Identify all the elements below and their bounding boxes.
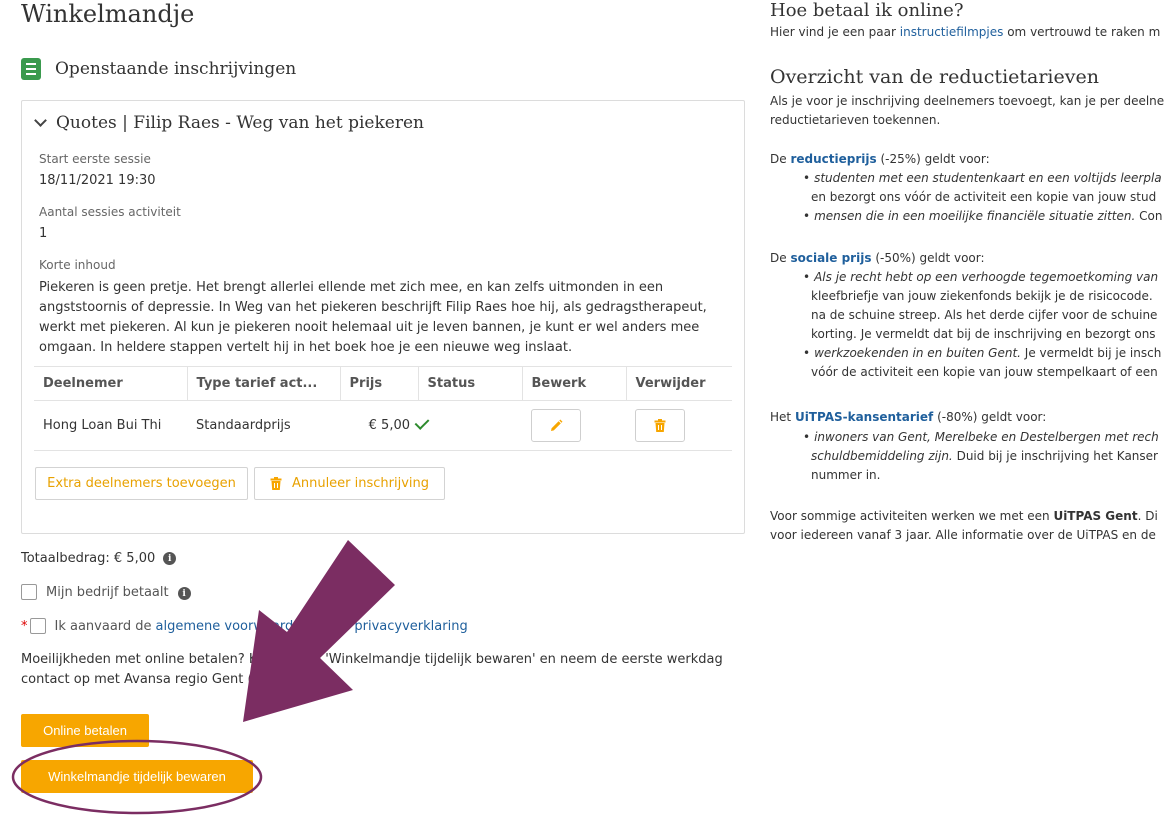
- column-header-bewerk[interactable]: Bewerk: [522, 366, 627, 401]
- table-header-row: Deelnemer Type tarief act... Prijs Statu…: [34, 366, 732, 401]
- list-item: na de schuine streep. Als het derde cijf…: [811, 308, 1158, 322]
- document-list-icon: [21, 58, 41, 80]
- cancel-registration-label: Annuleer inschrijving: [291, 476, 430, 491]
- table-row: Hong Loan Bui Thi Standaardprijs € 5,00: [34, 400, 732, 451]
- section-title: Openstaande inschrijvingen: [55, 59, 297, 79]
- list-item-text: inwoners van Gent, Merelbeke en Destelbe…: [814, 430, 1159, 444]
- list-item: • inwoners van Gent, Merelbeke en Destelb…: [803, 430, 1159, 444]
- participants-table: Deelnemer Type tarief act... Prijs Statu…: [34, 366, 732, 451]
- save-cart-button[interactable]: Winkelmandje tijdelijk bewaren: [21, 760, 253, 793]
- uitpas-rate-suffix: (-80%) geldt voor:: [937, 410, 1047, 424]
- list-item: • werkzoekenden in en buiten Gent. Je ver…: [803, 346, 1162, 360]
- list-item-text: Als je recht hebt op een verhoogde tegem…: [814, 270, 1159, 284]
- list-item-text: Je vermeldt bij je insch: [1024, 346, 1162, 360]
- terms-checkbox[interactable]: [29, 618, 46, 634]
- online-pay-heading: Hoe betaal ik online?: [770, 0, 964, 21]
- required-asterisk: *: [21, 618, 28, 634]
- list-item-text: studenten met een studentenkaart en een …: [814, 171, 1162, 185]
- list-item-text: schuldbemiddeling zijn.: [811, 449, 953, 463]
- session-count-value: 1: [39, 226, 48, 241]
- list-item-text: Con: [1139, 209, 1163, 223]
- edit-cell: [522, 400, 626, 451]
- page-title: Winkelmandje: [21, 0, 195, 28]
- delete-cell: [626, 400, 732, 451]
- card-title: Quotes | Filip Raes - Weg van het pieker…: [56, 113, 424, 133]
- status-cell: [414, 400, 522, 451]
- uitpas-rate-title: Het UiTPAS-kansentarief (-80%) geldt voo…: [770, 408, 1046, 427]
- list-item: kleefbriefje van jouw ziekenfonds bekijk…: [811, 289, 1153, 303]
- total-amount-text: Totaalbedrag: € 5,00: [21, 551, 156, 566]
- company-pays-checkbox[interactable]: [21, 584, 37, 600]
- list-item-text: werkzoekenden in en buiten Gent.: [814, 346, 1021, 360]
- info-icon[interactable]: i: [177, 587, 191, 600]
- reduction-price-name: reductieprijs: [790, 152, 877, 166]
- instruction-suffix: om vertrouwd te raken m: [1007, 25, 1161, 39]
- social-price-title: De sociale prijs (-50%) geldt voor:: [770, 249, 985, 268]
- uitpas-rate-prefix: Het: [770, 410, 792, 424]
- cancel-registration-button[interactable]: Annuleer inschrijving: [254, 467, 445, 500]
- reduction-overview-heading: Overzicht van de reductietarieven: [770, 66, 1099, 88]
- terms-prefix: Ik aanvaard de: [54, 618, 152, 634]
- edit-button[interactable]: [531, 409, 581, 442]
- list-item: • studenten met een studentenkaart en een…: [803, 171, 1162, 185]
- column-header-verwijder[interactable]: Verwijder: [626, 366, 732, 401]
- list-item: korting. Je vermeldt dat bij de inschrij…: [811, 327, 1156, 341]
- column-header-tarief[interactable]: Type tarief act...: [187, 366, 341, 401]
- start-session-value: 18/11/2021 19:30: [39, 173, 156, 188]
- terms-link[interactable]: algemene voorwaarden en de privacyverkla…: [156, 619, 468, 634]
- participant-name: Hong Loan Bui Thi: [34, 400, 187, 451]
- column-header-status[interactable]: Status: [418, 366, 523, 401]
- instruction-paragraph: Hier vind je een paar instructiefilmpjes…: [770, 23, 1160, 42]
- add-participants-button[interactable]: Extra deelnemers toevoegen: [35, 467, 248, 500]
- list-item: schuldbemiddeling zijn. Duid bij je insc…: [811, 447, 1158, 466]
- list-item: • Als je recht hebt op een verhoogde tege…: [803, 270, 1159, 284]
- list-item: • mensen die in een moeilijke financiële …: [803, 209, 1163, 223]
- pencil-icon: [551, 419, 563, 431]
- chevron-down-icon: [34, 114, 47, 127]
- instruction-prefix: Hier vind je een paar: [770, 25, 896, 39]
- list-item: vóór de activiteit een kopie van jouw st…: [811, 365, 1158, 379]
- uitpas-info-suffix: . Di: [1137, 509, 1158, 523]
- column-header-deelnemer[interactable]: Deelnemer: [34, 366, 188, 401]
- start-session-label: Start eerste sessie: [39, 152, 151, 166]
- card-header-toggle[interactable]: Quotes | Filip Raes - Weg van het pieker…: [34, 113, 424, 133]
- registration-card: Quotes | Filip Raes - Weg van het pieker…: [21, 100, 745, 534]
- list-item: en bezorgt ons vóór de activiteit een ko…: [811, 190, 1157, 204]
- reduction-price-prefix: De: [770, 152, 787, 166]
- social-price-name: sociale prijs: [790, 251, 872, 265]
- session-count-label: Aantal sessies activiteit: [39, 205, 181, 219]
- reduction-price-title: De reductieprijs (-25%) geldt voor:: [770, 150, 990, 169]
- add-participants-label: Extra deelnemers toevoegen: [47, 476, 236, 491]
- terms-row: * Ik aanvaard de algemene voorwaarden en…: [21, 618, 468, 634]
- reduction-price-suffix: (-25%) geldt voor:: [880, 152, 990, 166]
- delete-button[interactable]: [635, 409, 685, 442]
- instruction-videos-link[interactable]: instructiefilmpjes: [900, 25, 1004, 39]
- reduction-intro-line2: reductietarieven toekennen.: [770, 113, 941, 127]
- list-item: nummer in.: [811, 468, 881, 482]
- description-text: Piekeren is geen pretje. Het brengt alle…: [39, 280, 707, 355]
- company-pays-label: Mijn bedrijf betaalt: [46, 584, 169, 600]
- online-pay-button[interactable]: Online betalen: [21, 714, 149, 747]
- uitpas-rate-name: UiTPAS-kansentarief: [794, 410, 934, 424]
- uitpas-info-prefix: Voor sommige activiteiten werken we met …: [770, 509, 1050, 523]
- total-amount: Totaalbedrag: € 5,00 i: [21, 551, 177, 566]
- uitpas-info-line1: Voor sommige activiteiten werken we met …: [770, 507, 1158, 526]
- payment-help-text: Moeilijkheden met online betalen? Klik d…: [21, 652, 723, 687]
- column-header-prijs[interactable]: Prijs: [340, 366, 419, 401]
- description-label: Korte inhoud: [39, 258, 116, 272]
- social-price-prefix: De: [770, 251, 787, 265]
- section-header: Openstaande inschrijvingen: [21, 58, 296, 80]
- social-price-suffix: (-50%) geldt voor:: [875, 251, 985, 265]
- list-item-text: mensen die in een moeilijke financiële s…: [814, 209, 1136, 223]
- uitpas-info-line2: voor iedereen vanaf 3 jaar. Alle informa…: [770, 528, 1156, 542]
- rate-type: Standaardprijs: [187, 400, 340, 451]
- uitpas-gent-bold: UiTPAS Gent: [1053, 509, 1138, 523]
- price: € 5,00: [340, 400, 418, 451]
- trash-icon: [654, 419, 666, 432]
- company-pays-row: Mijn bedrijf betaalt i: [21, 584, 191, 600]
- list-item-text: Duid bij je inschrijving het Kanser: [956, 449, 1158, 463]
- trash-icon: [270, 477, 282, 490]
- info-icon[interactable]: i: [163, 552, 177, 565]
- reduction-intro-line1: Als je voor je inschrijving deelnemers t…: [770, 94, 1165, 108]
